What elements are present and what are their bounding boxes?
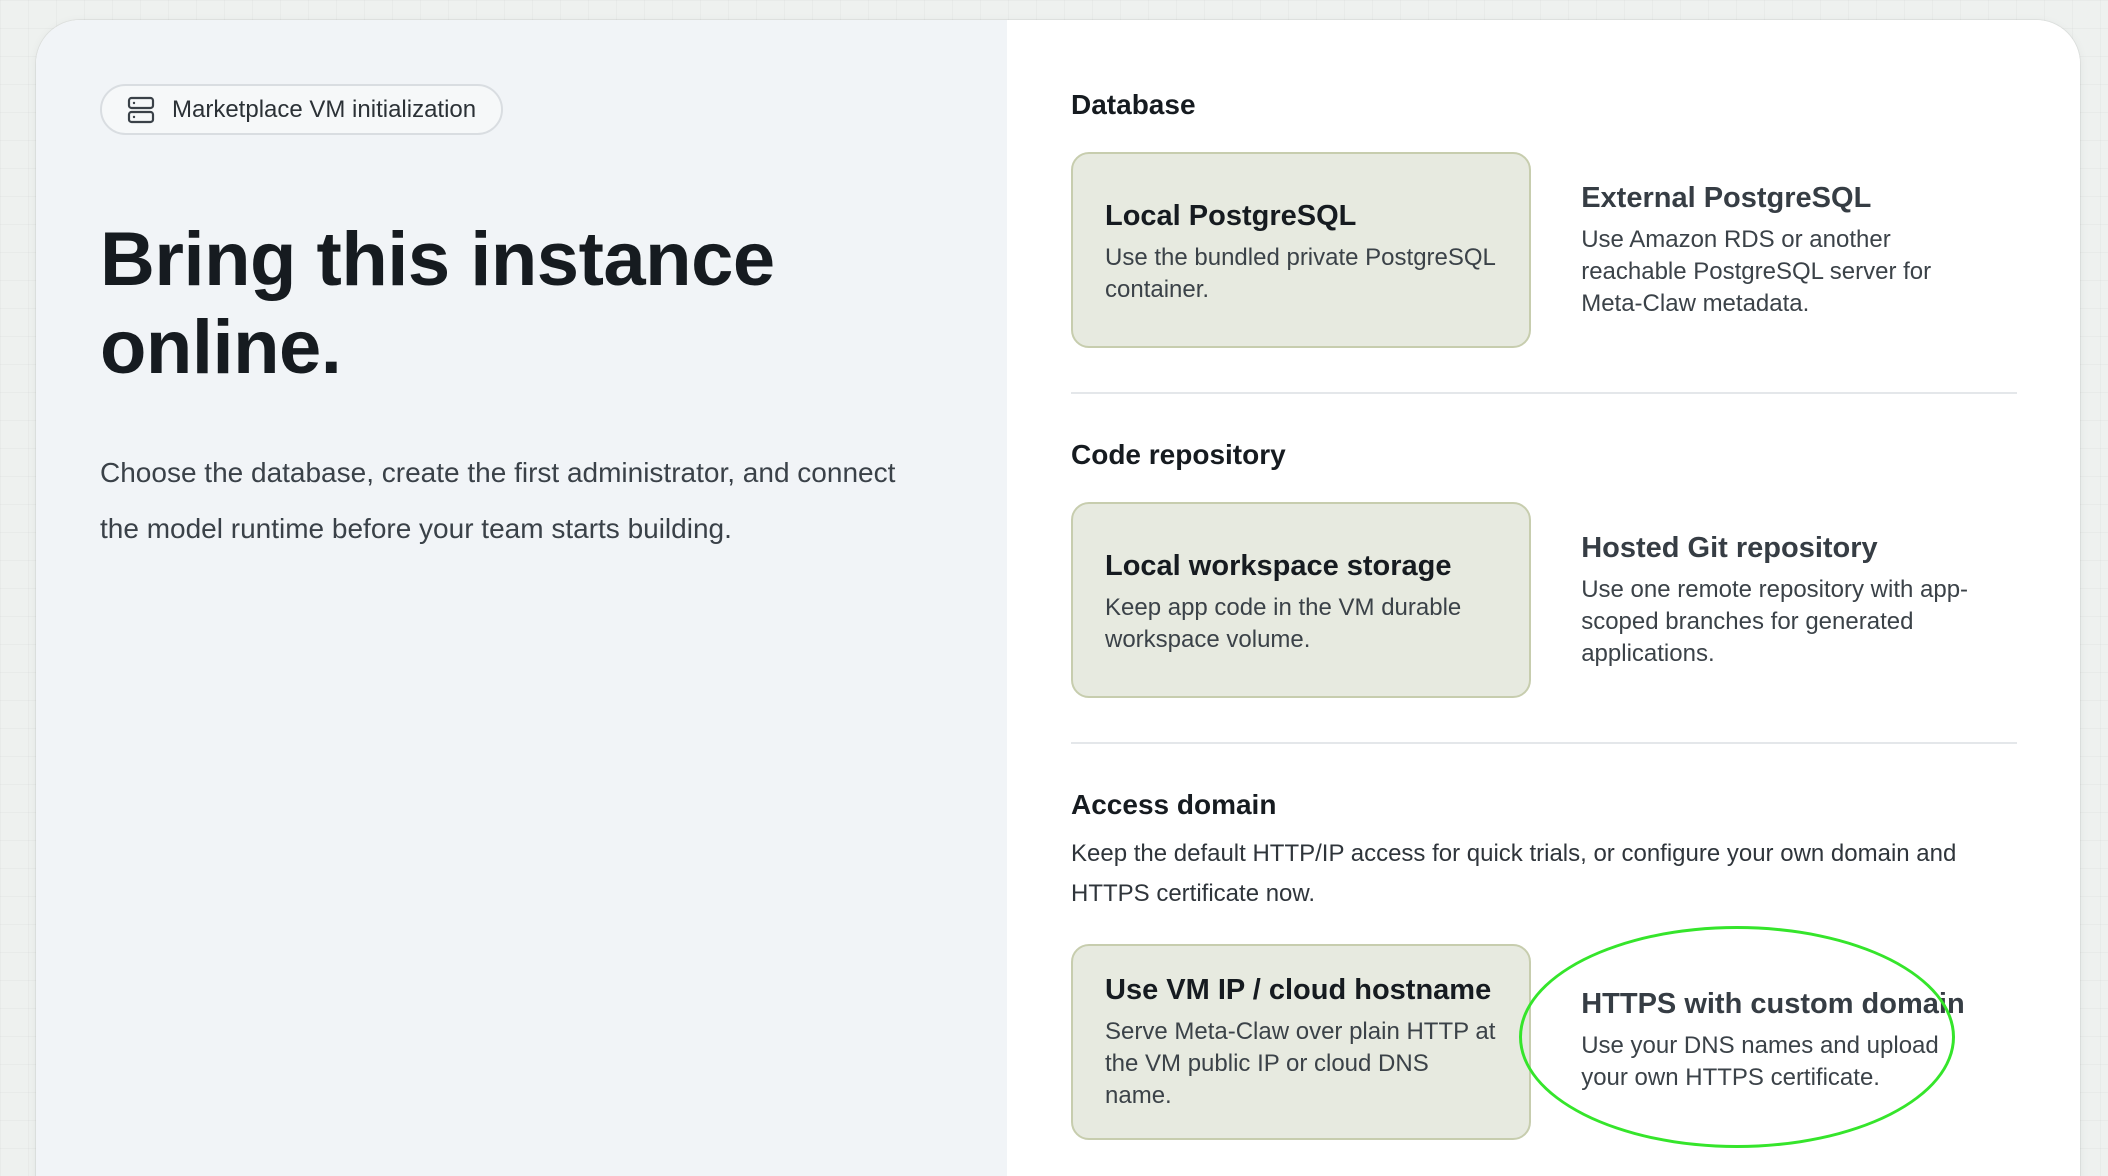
domain-section-description: Keep the default HTTP/IP access for quic… (1071, 834, 2017, 914)
database-section-title: Database (1071, 89, 1196, 120)
option-title: Use VM IP / cloud hostname (1105, 974, 1492, 1006)
option-title: External PostgreSQL (1581, 182, 1872, 214)
domain-section-title: Access domain (1071, 789, 1277, 820)
repository-section-title: Code repository (1071, 439, 1286, 470)
page-description: Choose the database, create the first ad… (100, 445, 940, 557)
option-description-line: scoped branches for generated (1581, 608, 1914, 635)
section-divider (1071, 742, 2017, 744)
option-description: Keep app code in the VM durable workspac… (1105, 592, 1497, 656)
option-description: Use one remote repository with app- scop… (1581, 574, 2017, 670)
option-description-line: Use one remote repository with app- (1581, 576, 1969, 603)
mode-badge: Marketplace VM initialization (100, 84, 504, 135)
option-description: Serve Meta-Claw over plain HTTP at the V… (1105, 1016, 1497, 1112)
setup-card: Marketplace VM initialization Bring this… (36, 20, 2080, 1176)
page-description-line2: the model runtime before your team start… (100, 513, 732, 544)
option-title: HTTPS with custom domain (1581, 988, 1965, 1020)
option-description: Use your DNS names and upload your own H… (1581, 1030, 2017, 1094)
option-description-line: Meta-Claw metadata. (1581, 290, 1810, 317)
domain-description-line: HTTPS certificate now. (1071, 880, 1316, 907)
option-description-line: Use the bundled private PostgreSQL (1105, 244, 1496, 271)
option-description-line: workspace volume. (1105, 626, 1311, 653)
domain-description-line: Keep the default HTTP/IP access for quic… (1071, 840, 1957, 867)
option-local-workspace-storage[interactable]: Local workspace storage Keep app code in… (1071, 502, 1532, 698)
intro-panel: Marketplace VM initialization Bring this… (36, 20, 1007, 1176)
option-vm-ip-hostname[interactable]: Use VM IP / cloud hostname Serve Meta-Cl… (1071, 944, 1532, 1140)
configuration-panel: Database Local PostgreSQL Use the bundle… (1007, 20, 2080, 1176)
option-hosted-git-repository[interactable]: Hosted Git repository Use one remote rep… (1581, 502, 2017, 698)
option-description-line: Keep app code in the VM durable (1105, 594, 1462, 621)
option-description-line: Use Amazon RDS or another (1581, 226, 1891, 253)
option-description: Use Amazon RDS or another reachable Post… (1581, 224, 2017, 320)
option-description-line: applications. (1581, 640, 1715, 667)
option-description-line: name. (1105, 1082, 1172, 1109)
page-title-line1: Bring this instance (100, 217, 775, 302)
option-local-postgresql[interactable]: Local PostgreSQL Use the bundled private… (1071, 152, 1532, 348)
option-https-custom-domain[interactable]: HTTPS with custom domain Use your DNS na… (1581, 944, 2017, 1140)
domain-section: Access domain Keep the default HTTP/IP a… (1071, 788, 2017, 1140)
page-title: Bring this instance online. (100, 216, 900, 392)
server-icon (126, 95, 156, 125)
page-title-line2: online. (100, 305, 342, 390)
option-description: Use the bundled private PostgreSQL conta… (1105, 242, 1497, 306)
option-title: Local PostgreSQL (1105, 200, 1357, 232)
option-description-line: Serve Meta-Claw over plain HTTP at (1105, 1018, 1496, 1045)
repository-section: Code repository Local workspace storage … (1071, 438, 2017, 698)
section-divider (1071, 392, 2017, 394)
mode-badge-label: Marketplace VM initialization (172, 95, 477, 123)
option-external-postgresql[interactable]: External PostgreSQL Use Amazon RDS or an… (1581, 152, 2017, 348)
option-title: Local workspace storage (1105, 550, 1452, 582)
option-description-line: your own HTTPS certificate. (1581, 1064, 1880, 1091)
option-description-line: container. (1105, 276, 1210, 303)
database-section: Database Local PostgreSQL Use the bundle… (1071, 88, 2017, 348)
option-description-line: reachable PostgreSQL server for (1581, 258, 1932, 285)
option-title: Hosted Git repository (1581, 532, 1878, 564)
option-description-line: the VM public IP or cloud DNS (1105, 1050, 1429, 1077)
page-description-line1: Choose the database, create the first ad… (100, 457, 896, 488)
option-description-line: Use your DNS names and upload (1581, 1032, 1939, 1059)
